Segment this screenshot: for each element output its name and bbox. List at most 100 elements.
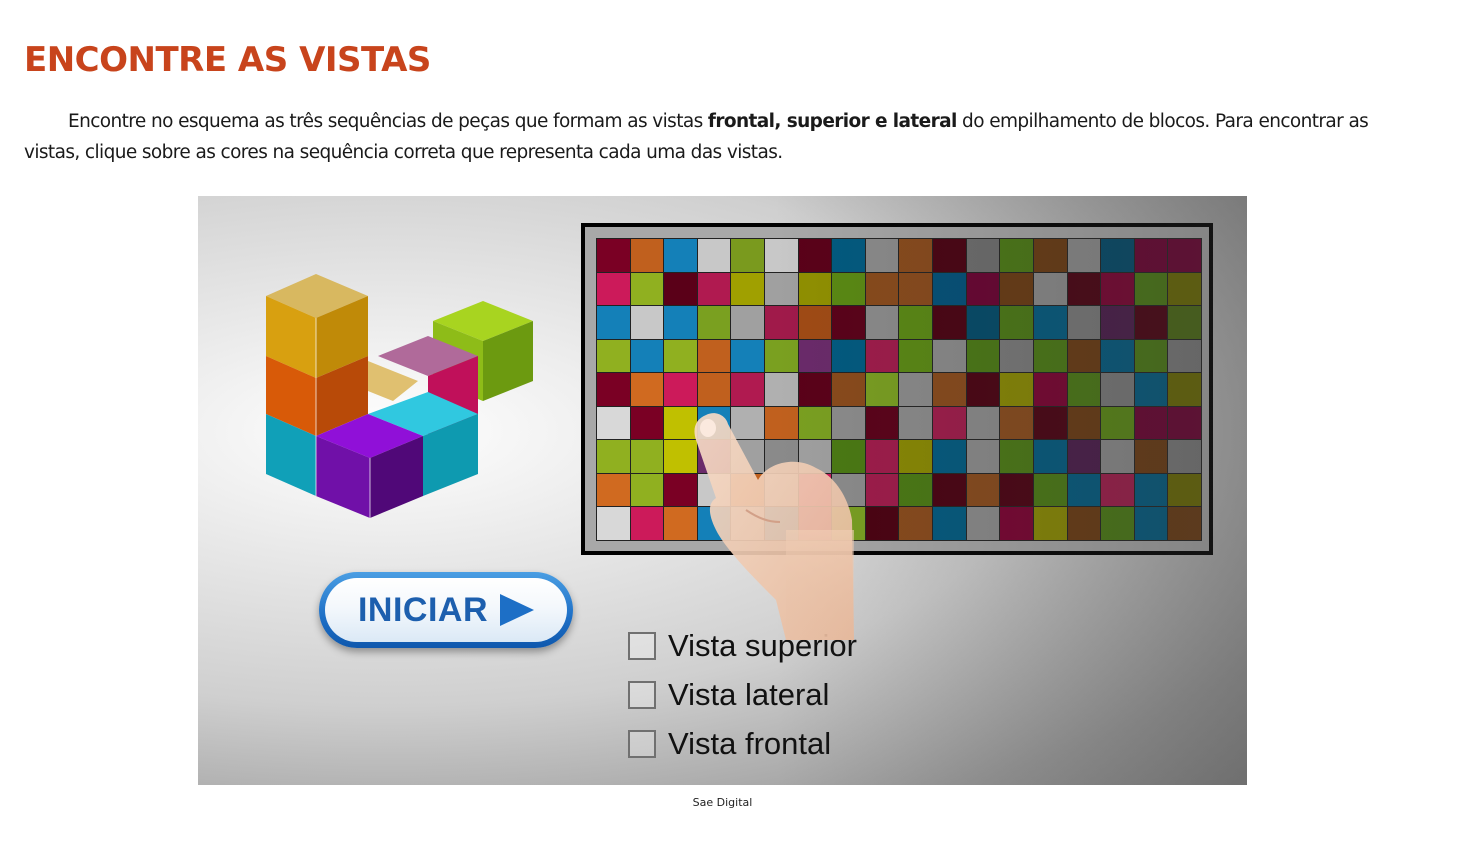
grid-cell[interactable]	[899, 440, 933, 473]
grid-cell[interactable]	[1134, 440, 1168, 473]
grid-cell[interactable]	[1000, 373, 1033, 406]
grid-cell[interactable]	[1000, 306, 1033, 339]
grid-cell[interactable]	[966, 473, 1000, 507]
grid-cell[interactable]	[597, 239, 630, 272]
grid-cell[interactable]	[630, 272, 664, 306]
grid-cell[interactable]	[697, 272, 731, 306]
grid-cell[interactable]	[765, 272, 798, 306]
grid-cell[interactable]	[1000, 473, 1033, 507]
grid-cell[interactable]	[1033, 306, 1067, 339]
grid-cell[interactable]	[1168, 507, 1201, 540]
grid-cell[interactable]	[765, 339, 798, 373]
grid-cell[interactable]	[966, 272, 1000, 306]
grid-cell[interactable]	[899, 306, 933, 339]
grid-cell[interactable]	[1101, 440, 1134, 473]
grid-cell[interactable]	[1134, 373, 1168, 406]
grid-cell[interactable]	[597, 440, 630, 473]
grid-cell[interactable]	[630, 406, 664, 440]
grid-cell[interactable]	[697, 373, 731, 406]
grid-cell[interactable]	[1033, 406, 1067, 440]
checkbox-vista-frontal[interactable]	[628, 729, 656, 758]
grid-cell[interactable]	[798, 306, 832, 339]
grid-cell[interactable]	[765, 306, 798, 339]
grid-cell[interactable]	[865, 306, 899, 339]
grid-cell[interactable]	[1168, 473, 1201, 507]
grid-cell[interactable]	[1168, 373, 1201, 406]
grid-cell[interactable]	[765, 239, 798, 272]
grid-cell[interactable]	[1000, 507, 1033, 540]
grid-cell[interactable]	[1168, 306, 1201, 339]
grid-cell[interactable]	[731, 272, 765, 306]
grid-cell[interactable]	[865, 373, 899, 406]
grid-cell[interactable]	[597, 272, 630, 306]
grid-cell[interactable]	[1067, 339, 1101, 373]
grid-cell[interactable]	[1033, 339, 1067, 373]
grid-cell[interactable]	[865, 272, 899, 306]
grid-cell[interactable]	[933, 473, 966, 507]
grid-cell[interactable]	[1033, 507, 1067, 540]
grid-cell[interactable]	[1033, 272, 1067, 306]
grid-cell[interactable]	[832, 306, 865, 339]
grid-cell[interactable]	[1101, 473, 1134, 507]
grid-cell[interactable]	[765, 373, 798, 406]
grid-cell[interactable]	[798, 239, 832, 272]
grid-cell[interactable]	[697, 239, 731, 272]
grid-cell[interactable]	[1101, 373, 1134, 406]
checkbox-vista-lateral[interactable]	[628, 680, 656, 709]
grid-cell[interactable]	[1033, 440, 1067, 473]
grid-cell[interactable]	[1134, 306, 1168, 339]
grid-cell[interactable]	[1000, 406, 1033, 440]
grid-cell[interactable]	[1033, 473, 1067, 507]
grid-cell[interactable]	[1168, 339, 1201, 373]
grid-cell[interactable]	[1067, 507, 1101, 540]
grid-cell[interactable]	[1168, 239, 1201, 272]
grid-cell[interactable]	[630, 373, 664, 406]
grid-cell[interactable]	[966, 440, 1000, 473]
grid-cell[interactable]	[899, 473, 933, 507]
grid-cell[interactable]	[798, 272, 832, 306]
grid-cell[interactable]	[832, 339, 865, 373]
grid-cell[interactable]	[597, 306, 630, 339]
grid-cell[interactable]	[966, 406, 1000, 440]
grid-cell[interactable]	[630, 306, 664, 339]
grid-cell[interactable]	[1067, 239, 1101, 272]
grid-cell[interactable]	[1101, 272, 1134, 306]
grid-cell[interactable]	[630, 473, 664, 507]
grid-cell[interactable]	[697, 339, 731, 373]
grid-cell[interactable]	[697, 306, 731, 339]
grid-cell[interactable]	[832, 373, 865, 406]
grid-cell[interactable]	[798, 339, 832, 373]
grid-cell[interactable]	[899, 507, 933, 540]
grid-cell[interactable]	[1000, 272, 1033, 306]
grid-cell[interactable]	[1134, 239, 1168, 272]
grid-cell[interactable]	[630, 239, 664, 272]
grid-cell[interactable]	[966, 507, 1000, 540]
grid-cell[interactable]	[1168, 440, 1201, 473]
grid-cell[interactable]	[966, 306, 1000, 339]
grid-cell[interactable]	[597, 406, 630, 440]
grid-cell[interactable]	[1134, 272, 1168, 306]
grid-cell[interactable]	[1067, 473, 1101, 507]
grid-cell[interactable]	[664, 339, 697, 373]
grid-cell[interactable]	[1101, 306, 1134, 339]
grid-cell[interactable]	[630, 440, 664, 473]
grid-cell[interactable]	[1033, 373, 1067, 406]
grid-cell[interactable]	[933, 272, 966, 306]
grid-cell[interactable]	[1067, 306, 1101, 339]
grid-cell[interactable]	[933, 406, 966, 440]
grid-cell[interactable]	[1168, 272, 1201, 306]
grid-cell[interactable]	[597, 473, 630, 507]
grid-cell[interactable]	[933, 507, 966, 540]
start-button[interactable]: INICIAR	[319, 572, 573, 648]
grid-cell[interactable]	[966, 239, 1000, 272]
grid-cell[interactable]	[933, 306, 966, 339]
grid-cell[interactable]	[664, 239, 697, 272]
grid-cell[interactable]	[731, 339, 765, 373]
grid-cell[interactable]	[899, 406, 933, 440]
grid-cell[interactable]	[832, 272, 865, 306]
grid-cell[interactable]	[597, 373, 630, 406]
grid-cell[interactable]	[933, 373, 966, 406]
grid-cell[interactable]	[1000, 440, 1033, 473]
grid-cell[interactable]	[731, 306, 765, 339]
grid-cell[interactable]	[933, 440, 966, 473]
